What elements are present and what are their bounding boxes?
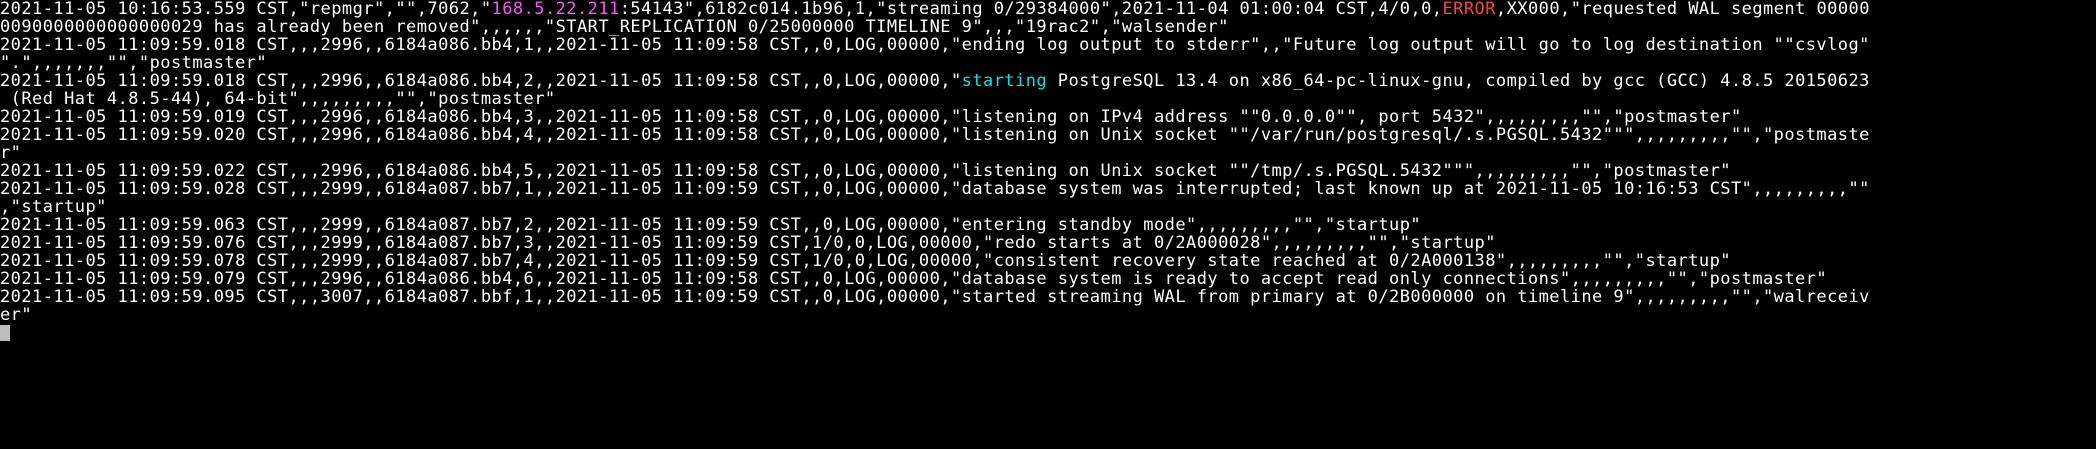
terminal-text-segment: 2021-11-05 10:16:53.559 CST,"repmgr","",… <box>0 0 492 18</box>
terminal-line: 2021-11-05 11:09:59.079 CST,,,2996,,6184… <box>0 270 2096 288</box>
terminal-text-segment: 2021-11-05 11:09:59.079 CST,,,2996,,6184… <box>0 270 1828 288</box>
terminal-text-segment: :54143",6182c014.1b96,1,"streaming 0/293… <box>619 0 1443 18</box>
terminal-text-segment: ,"startup" <box>0 198 107 216</box>
terminal-line: 2021-11-05 11:09:59.076 CST,,,2999,,6184… <box>0 234 2096 252</box>
terminal-text-segment: (Red Hat 4.8.5-44), 64-bit",,,,,,,,,"","… <box>0 90 556 108</box>
terminal-text-segment: ,XX000,"requested WAL segment 00000 <box>1495 0 1870 18</box>
terminal-text-segment: PostgreSQL 13.4 on x86_64-pc-linux-gnu, … <box>1047 72 1870 90</box>
terminal-cursor <box>0 325 10 341</box>
terminal-text-segment: starting <box>961 72 1048 90</box>
terminal-text-segment: er" <box>0 306 33 324</box>
terminal-line: 0090000000000000029 has already been rem… <box>0 18 2096 36</box>
terminal-line: 2021-11-05 11:09:59.095 CST,,,3007,,6184… <box>0 288 2096 306</box>
terminal-text-segment: 2021-11-05 11:09:59.019 CST,,,2996,,6184… <box>0 108 1742 126</box>
terminal-text-segment: 2021-11-05 11:09:59.076 CST,,,2999,,6184… <box>0 234 1496 252</box>
terminal-text-segment: 2021-11-05 11:09:59.022 CST,,,2996,,6184… <box>0 162 1731 180</box>
terminal-line: 2021-11-05 11:09:59.018 CST,,,2996,,6184… <box>0 36 2096 54</box>
terminal-window[interactable]: 2021-11-05 10:16:53.559 CST,"repmgr","",… <box>0 0 2096 449</box>
terminal-line: 2021-11-05 11:09:59.022 CST,,,2996,,6184… <box>0 162 2096 180</box>
terminal-line: (Red Hat 4.8.5-44), 64-bit",,,,,,,,,"","… <box>0 90 2096 108</box>
terminal-line: ".",,,,,,,"","postmaster" <box>0 54 2096 72</box>
terminal-line: 2021-11-05 11:09:59.078 CST,,,2999,,6184… <box>0 252 2096 270</box>
terminal-text-segment: r" <box>0 144 22 162</box>
terminal-line: ,"startup" <box>0 198 2096 216</box>
terminal-text-segment: 0090000000000000029 has already been rem… <box>0 18 1229 36</box>
terminal-text-segment: 2021-11-05 11:09:59.018 CST,,,2996,,6184… <box>0 36 1870 54</box>
terminal-text-segment: 2021-11-05 11:09:59.063 CST,,,2999,,6184… <box>0 216 1422 234</box>
terminal-text-segment: 2021-11-05 11:09:59.095 CST,,,3007,,6184… <box>0 288 1870 306</box>
terminal-text-segment: 2021-11-05 11:09:59.020 CST,,,2996,,6184… <box>0 126 1870 144</box>
terminal-text-segment: 2021-11-05 11:09:59.078 CST,,,2999,,6184… <box>0 252 1731 270</box>
terminal-line: 2021-11-05 11:09:59.028 CST,,,2999,,6184… <box>0 180 2096 198</box>
terminal-line <box>0 324 2096 342</box>
terminal-text-segment: ERROR <box>1442 0 1496 18</box>
terminal-line: 2021-11-05 11:09:59.018 CST,,,2996,,6184… <box>0 72 2096 90</box>
terminal-line: 2021-11-05 10:16:53.559 CST,"repmgr","",… <box>0 0 2096 18</box>
terminal-text-segment: 2021-11-05 11:09:59.018 CST,,,2996,,6184… <box>0 72 962 90</box>
terminal-text-segment: 168.5.22.211 <box>491 0 620 18</box>
terminal-line: er" <box>0 306 2096 324</box>
terminal-line: r" <box>0 144 2096 162</box>
terminal-text-segment: ".",,,,,,,"","postmaster" <box>0 54 268 72</box>
terminal-text-segment: 2021-11-05 11:09:59.028 CST,,,2999,,6184… <box>0 180 1870 198</box>
terminal-line: 2021-11-05 11:09:59.020 CST,,,2996,,6184… <box>0 126 2096 144</box>
terminal-output: 2021-11-05 10:16:53.559 CST,"repmgr","",… <box>0 0 2096 342</box>
terminal-line: 2021-11-05 11:09:59.063 CST,,,2999,,6184… <box>0 216 2096 234</box>
terminal-line: 2021-11-05 11:09:59.019 CST,,,2996,,6184… <box>0 108 2096 126</box>
